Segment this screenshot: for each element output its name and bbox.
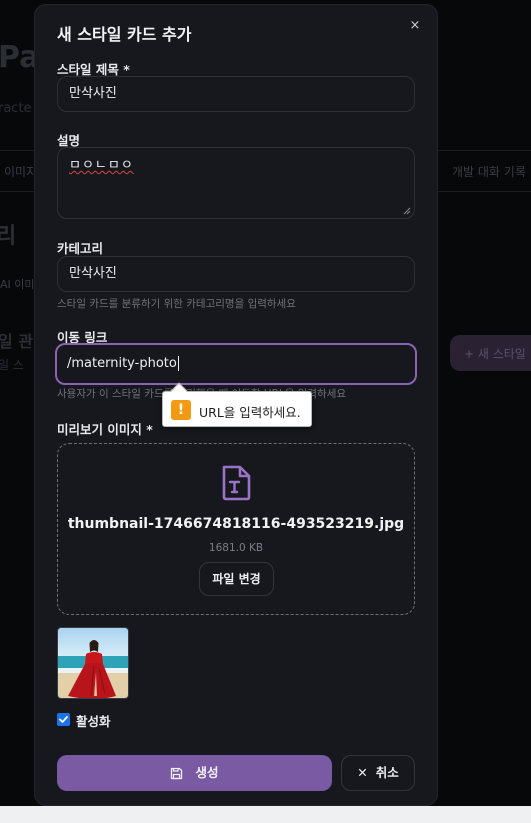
description-text: ㅁㅇㄴㅁㅇ	[69, 158, 134, 173]
check-icon	[59, 716, 68, 723]
bg-tab-dev-log: 개발 대화 기록	[452, 165, 526, 179]
resize-handle-icon[interactable]	[403, 207, 411, 215]
file-name: thumbnail-1746674818116-493523219.jpg	[67, 516, 405, 532]
save-icon	[171, 767, 183, 780]
bottom-strip	[0, 806, 531, 823]
modal-title: 새 스타일 카드 추가	[57, 25, 192, 44]
file-text-icon	[222, 465, 251, 501]
close-button[interactable]: ×	[405, 16, 425, 36]
active-label: 활성화	[76, 714, 111, 729]
cancel-button[interactable]: ✕ 취소	[341, 755, 415, 791]
bg-subtitle: racte	[0, 101, 32, 116]
warning-icon: !	[171, 400, 191, 420]
category-input[interactable]: 만삭사진	[57, 256, 415, 292]
active-checkbox[interactable]	[57, 713, 70, 726]
create-button[interactable]: 생성	[57, 755, 332, 791]
link-input[interactable]: /maternity-photo	[55, 343, 417, 385]
description-textarea[interactable]: ㅁㅇㄴㅁㅇ	[57, 147, 415, 219]
preview-label: 미리보기 이미지 *	[57, 422, 153, 437]
link-input-value: /maternity-photo	[67, 356, 177, 371]
bg-tab-images: 이미지	[4, 165, 38, 179]
file-size: 1681.0 KB	[208, 542, 264, 554]
bg-add-style-button: + 새 스타일	[450, 335, 531, 371]
bg-section-subtitle: 일 스	[0, 358, 24, 372]
tooltip-text: URL을 입력하세요.	[199, 405, 301, 420]
preview-thumbnail	[57, 627, 129, 699]
text-caret	[177, 356, 179, 371]
create-label: 생성	[195, 765, 219, 780]
image-dropzone[interactable]: thumbnail-1746674818116-493523219.jpg 16…	[57, 443, 415, 615]
cancel-label: 취소	[375, 765, 399, 780]
validation-tooltip: ! URL을 입력하세요.	[162, 382, 312, 427]
category-label: 카테고리	[57, 241, 104, 256]
title-input[interactable]: 만삭사진	[57, 76, 415, 112]
category-help: 스타일 카드를 분류하기 위한 카테고리명을 입력하세요	[57, 298, 296, 310]
change-file-button[interactable]: 파일 변경	[199, 562, 274, 596]
close-icon: ✕	[357, 765, 368, 780]
bg-heading: 리	[0, 224, 17, 249]
thumbnail-image	[58, 628, 128, 698]
add-style-card-modal: 새 스타일 카드 추가 × 스타일 제목 * 만삭사진 설명 ㅁㅇㄴㅁㅇ 카테고…	[34, 4, 438, 806]
bg-chip: AI 이미	[0, 278, 35, 291]
